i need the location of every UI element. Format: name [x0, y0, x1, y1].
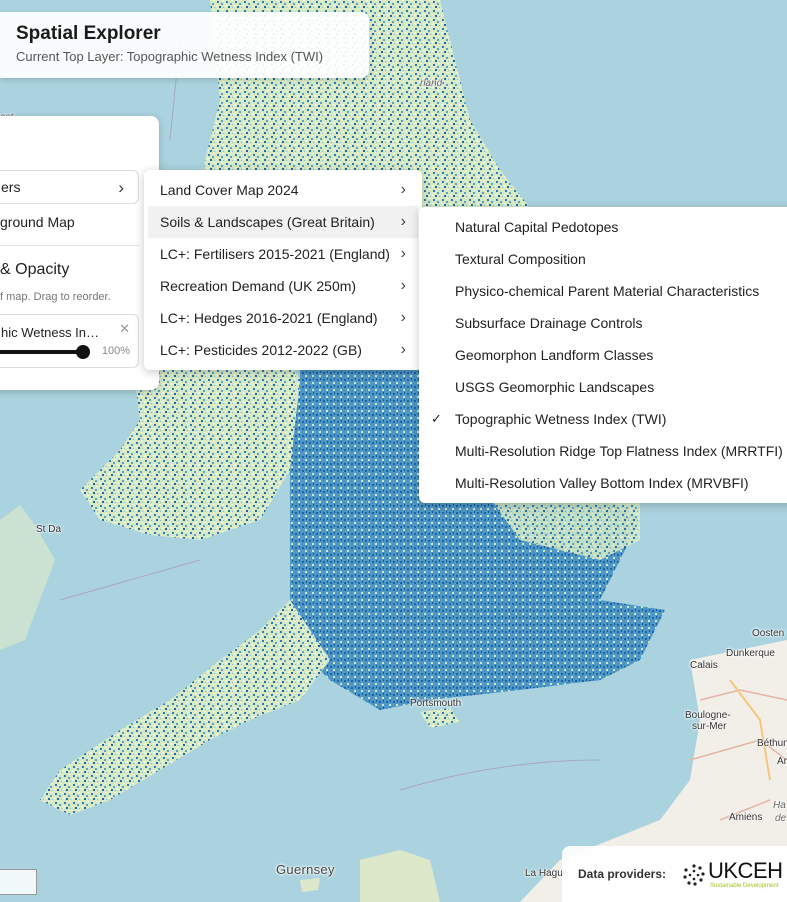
menu-category-label: Recreation Demand (UK 250m)	[160, 278, 357, 294]
menu-layer-item[interactable]: Multi-Resolution Ridge Top Flatness Inde…	[419, 435, 787, 467]
chevron-right-icon: ›	[400, 213, 406, 230]
map-label: Ha	[773, 800, 786, 811]
chevron-right-icon: ›	[400, 181, 406, 198]
chevron-right-icon: ›	[400, 245, 406, 262]
menu-layer-label: Topographic Wetness Index (TWI)	[455, 411, 667, 427]
menu-layer-item[interactable]: Physico-chemical Parent Material Charact…	[419, 275, 787, 307]
menu-layer-label: Natural Capital Pedotopes	[455, 219, 619, 235]
menu-layer-label: Multi-Resolution Ridge Top Flatness Inde…	[455, 443, 783, 459]
map-label: rland	[420, 78, 443, 89]
background-map-item[interactable]: ground Map	[0, 214, 75, 230]
menu-layer-item[interactable]: Multi-Resolution Valley Bottom Index (MR…	[419, 467, 787, 499]
menu-category-item[interactable]: Land Cover Map 2024 ›	[148, 174, 418, 206]
menu-category-item[interactable]: LC+: Hedges 2016-2021 (England) ›	[148, 302, 418, 334]
layer-submenu: Natural Capital Pedotopes Textural Compo…	[419, 207, 787, 503]
chevron-right-icon: ›	[118, 178, 124, 197]
map-label: St Da	[36, 524, 62, 535]
menu-category-item[interactable]: Soils & Landscapes (Great Britain) ›	[148, 206, 418, 238]
layers-button-label: ers	[1, 179, 21, 195]
opacity-slider-track[interactable]	[0, 350, 85, 354]
menu-layer-label: USGS Geomorphic Landscapes	[455, 379, 655, 395]
menu-layer-item[interactable]: Subsurface Drainage Controls	[419, 307, 787, 339]
category-menu: Land Cover Map 2024 › Soils & Landscapes…	[144, 170, 422, 370]
chevron-right-icon: ›	[400, 277, 406, 294]
data-providers-box: Data providers: UKCEH Sustainable Develo…	[562, 846, 787, 902]
menu-layer-item[interactable]: Geomorphon Landform Classes	[419, 339, 787, 371]
map-label: Ar	[777, 756, 787, 767]
opacity-slider-thumb[interactable]	[76, 345, 90, 359]
providers-label: Data providers:	[578, 867, 667, 881]
menu-category-label: Land Cover Map 2024	[160, 182, 299, 198]
opacity-section-hint: f map. Drag to reorder.	[0, 291, 111, 303]
menu-category-label: Soils & Landscapes (Great Britain)	[160, 214, 375, 230]
map-label: Portsmouth	[410, 698, 462, 709]
opacity-section-title: & Opacity	[0, 261, 70, 278]
menu-layer-label: Textural Composition	[455, 251, 586, 267]
ukceh-logo-text: UKCEH	[708, 858, 783, 883]
menu-category-label: LC+: Fertilisers 2015-2021 (England)	[160, 246, 390, 262]
check-icon: ✓	[431, 411, 442, 426]
active-layer-card[interactable]: hic Wetness In… ✕ 100%	[0, 314, 139, 368]
map-label: Dunkerque	[726, 648, 775, 659]
menu-layer-item[interactable]: USGS Geomorphic Landscapes	[419, 371, 787, 403]
panel-divider	[0, 245, 139, 246]
map-label: Guernsey	[276, 862, 335, 877]
menu-layer-label: Multi-Resolution Valley Bottom Index (MR…	[455, 475, 749, 491]
menu-category-label: LC+: Hedges 2016-2021 (England)	[160, 310, 378, 326]
menu-category-item[interactable]: LC+: Pesticides 2012-2022 (GB) ›	[148, 334, 418, 366]
menu-layer-item-selected[interactable]: ✓ Topographic Wetness Index (TWI)	[419, 403, 787, 435]
current-layer-subtitle: Current Top Layer: Topographic Wetness I…	[16, 49, 324, 64]
menu-category-label: LC+: Pesticides 2012-2022 (GB)	[160, 342, 362, 358]
app-title: Spatial Explorer	[16, 23, 161, 44]
menu-layer-label: Geomorphon Landform Classes	[455, 347, 654, 363]
map-label: Boulogne-	[685, 710, 731, 721]
layer-panel: ers › ground Map & Opacity f map. Drag t…	[0, 116, 159, 390]
ukceh-logo[interactable]: UKCEH Sustainable Development	[674, 852, 783, 896]
opacity-value: 100%	[101, 345, 130, 357]
chevron-right-icon: ›	[400, 309, 406, 326]
ukceh-logo-tagline: Sustainable Development	[710, 883, 779, 889]
map-label: Amiens	[729, 812, 763, 823]
menu-layer-item[interactable]: Textural Composition	[419, 243, 787, 275]
ukceh-logo-mark-icon	[683, 864, 705, 886]
chevron-right-icon: ›	[400, 341, 406, 358]
menu-category-item[interactable]: Recreation Demand (UK 250m) ›	[148, 270, 418, 302]
map-label: de	[775, 813, 787, 824]
map-scale-control	[0, 869, 37, 895]
map-label: Oosten	[752, 628, 785, 639]
menu-layer-item[interactable]: Natural Capital Pedotopes	[419, 211, 787, 243]
map-label: Calais	[690, 660, 718, 671]
menu-layer-label: Physico-chemical Parent Material Charact…	[455, 283, 760, 299]
menu-category-item[interactable]: LC+: Fertilisers 2015-2021 (England) ›	[148, 238, 418, 270]
map-label: sur-Mer	[692, 721, 727, 732]
map-label: Béthun	[757, 738, 787, 749]
layers-menu-button[interactable]: ers ›	[0, 170, 139, 204]
menu-layer-label: Subsurface Drainage Controls	[455, 315, 643, 331]
app-header: Spatial Explorer Current Top Layer: Topo…	[0, 12, 369, 78]
active-layer-name: hic Wetness In…	[1, 325, 100, 340]
close-icon[interactable]: ✕	[119, 321, 130, 337]
